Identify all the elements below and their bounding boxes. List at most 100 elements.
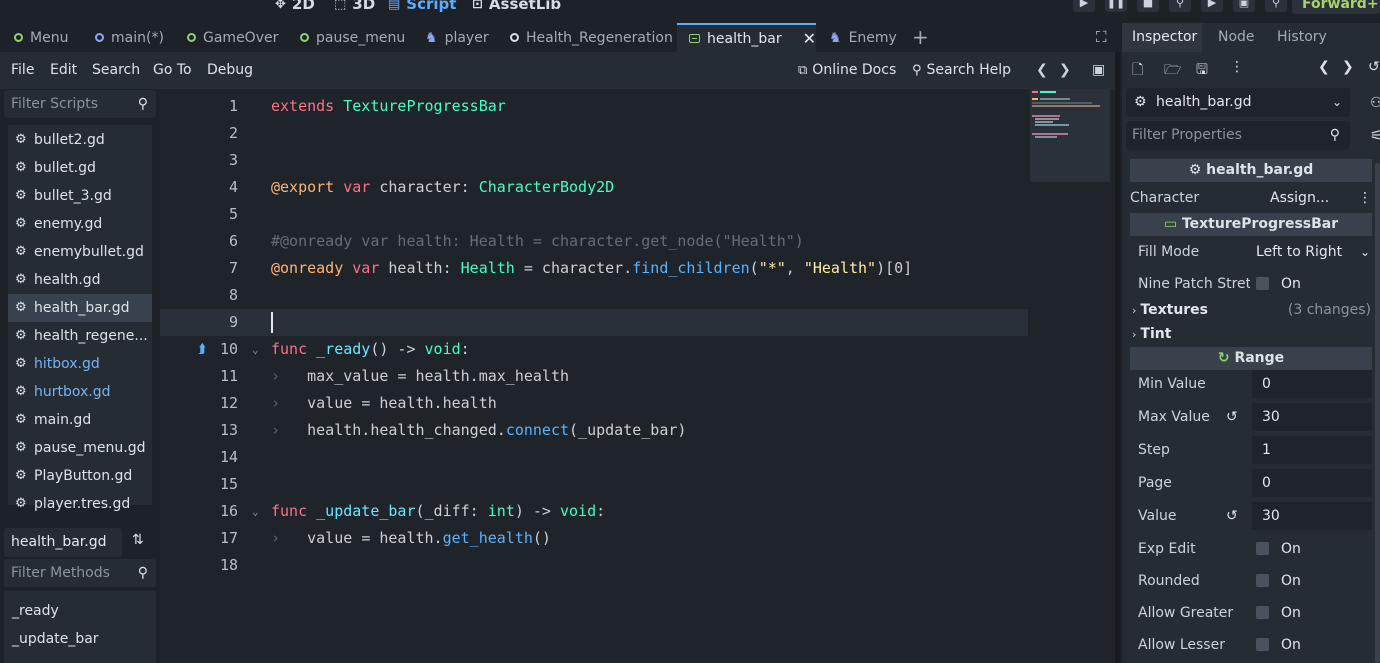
script-item[interactable]: ⚙ enemybullet.gd (8, 238, 152, 266)
allow-lesser-checkbox[interactable]: On (1252, 631, 1372, 659)
script-item[interactable]: ⚙ pause_menu.gd (8, 434, 152, 462)
save-icon[interactable]: 🖫 (1196, 59, 1208, 83)
sort-button[interactable]: ⇅ (132, 532, 148, 552)
nine-patch-checkbox[interactable]: On (1248, 270, 1368, 298)
tab-node[interactable]: Node (1218, 23, 1255, 52)
exp-edit-checkbox[interactable]: On (1252, 535, 1372, 563)
mode-2d-button[interactable]: ✥ 2D (275, 0, 315, 13)
object-tree-icon[interactable]: ⚇ (1370, 95, 1380, 111)
rounded-checkbox[interactable]: On (1252, 567, 1372, 595)
mode-script-button[interactable]: ▤ Script (388, 0, 456, 13)
online-docs-button[interactable]: ⧉ Online Docs (798, 52, 896, 89)
menu-file[interactable]: File (11, 52, 34, 89)
search-help-button[interactable]: ⚲ Search Help (912, 52, 1011, 89)
menu-goto[interactable]: Go To (153, 52, 192, 89)
method-item[interactable]: _ready (12, 597, 59, 625)
assign-button[interactable]: Assign... (1248, 184, 1358, 212)
tab-health-regeneration[interactable]: Health_Regeneration (496, 23, 677, 52)
fill-mode-dropdown[interactable]: Left to Right ⌄ (1248, 238, 1372, 266)
inspector-scrollbar[interactable] (1375, 163, 1380, 663)
plus-icon: + (912, 25, 929, 49)
panel-icon: ▣ (1092, 62, 1106, 78)
script-item[interactable]: ⚙ player.tres.gd (8, 490, 152, 518)
script-section-header[interactable]: ⚙ health_bar.gd (1130, 159, 1372, 182)
more-options-icon[interactable]: ⋮ (1358, 182, 1372, 214)
code-minimap[interactable] (1030, 89, 1110, 182)
mode-assetlib-button[interactable]: ⊡ AssetLib (472, 0, 561, 13)
menu-edit[interactable]: Edit (50, 52, 77, 89)
resource-selector[interactable]: ⚙ health_bar.gd ⌄ (1126, 88, 1350, 117)
mode-3d-button[interactable]: ⬚ 3D (334, 0, 375, 13)
script-item[interactable]: ⚙ PlayButton.gd (8, 462, 152, 490)
revert-icon[interactable]: ↺ (1226, 500, 1238, 532)
movie-maker-button[interactable]: ⚲ (1265, 0, 1287, 12)
fold-arrow-icon[interactable]: ⌄ (252, 336, 259, 363)
filter-methods-input[interactable]: Filter Methods ⚲ (4, 559, 156, 587)
tab-menu[interactable]: Menu (0, 23, 84, 52)
script-item[interactable]: ⚙ hitbox.gd (8, 350, 152, 378)
script-item[interactable]: ⚙ hurtbox.gd (8, 378, 152, 406)
history-forward-button[interactable]: ❯ (1059, 52, 1071, 89)
menu-debug[interactable]: Debug (207, 52, 253, 89)
history-back-button[interactable]: ❮ (1036, 52, 1048, 89)
property-options-icon[interactable]: ⚟ (1370, 128, 1380, 144)
textures-group[interactable]: › Textures (3 changes) (1130, 298, 1372, 322)
code-line: 7 @onready var health: Health = character… (228, 259, 913, 277)
tab-player[interactable]: ♞ player (411, 23, 497, 52)
script-item[interactable]: ⚙ health.gd (8, 266, 152, 294)
gear-icon: ⚙ (15, 384, 27, 399)
method-item[interactable]: _update_bar (12, 625, 99, 653)
script-item[interactable]: ⚙ enemy.gd (8, 210, 152, 238)
history-icon[interactable]: ↺ (1368, 59, 1380, 75)
play-button[interactable]: ▶ (1073, 0, 1095, 12)
min-value-field[interactable]: 0 (1252, 370, 1372, 398)
panel-splitter[interactable] (1115, 52, 1120, 663)
tab-health-bar[interactable]: health_bar ✕ (677, 23, 816, 52)
tab-enemy[interactable]: ♞ Enemy (815, 23, 905, 52)
script-item[interactable]: ⚙ main.gd (8, 406, 152, 434)
filter-scripts-input[interactable]: Filter Scripts ⚲ (4, 90, 156, 118)
tab-main[interactable]: main(*) (81, 23, 177, 52)
revert-icon[interactable]: ↺ (1226, 401, 1238, 433)
max-value-field[interactable]: 30 (1252, 403, 1372, 431)
range-section-header[interactable]: ↻ Range (1130, 347, 1372, 370)
step-field[interactable]: 1 (1252, 436, 1372, 464)
page-field[interactable]: 0 (1252, 469, 1372, 497)
distraction-free-button[interactable]: ⛶ (1096, 28, 1112, 46)
more-options-icon[interactable]: ⋮ (1230, 59, 1244, 75)
tint-group[interactable]: › Tint (1130, 322, 1372, 346)
tab-inspector[interactable]: Inspector (1132, 23, 1197, 52)
stop-button[interactable]: ■ (1137, 0, 1159, 12)
script-item-selected[interactable]: ⚙ health_bar.gd (8, 294, 152, 322)
new-resource-icon[interactable]: 🗋 (1132, 59, 1143, 83)
class-section-header[interactable]: ▭ TextureProgressBar (1130, 213, 1372, 236)
renderer-selector[interactable]: Forward+ (1292, 0, 1380, 14)
fold-arrow-icon[interactable]: ⌄ (252, 498, 259, 525)
add-tab-button[interactable]: + (912, 23, 932, 52)
script-item[interactable]: ⚙ bullet_3.gd (8, 182, 152, 210)
checkbox-icon (1256, 638, 1269, 651)
chevron-right-icon[interactable]: ❯ (1342, 59, 1354, 75)
tab-gameover[interactable]: GameOver (173, 23, 287, 52)
chevron-left-icon[interactable]: ❮ (1318, 59, 1330, 75)
value-field[interactable]: 30 (1252, 502, 1372, 530)
play-custom-button[interactable]: ▣ (1233, 0, 1255, 12)
property-min-value: Min Value 0 (1130, 368, 1372, 400)
gear-icon: ⚙ (1134, 94, 1147, 110)
script-item[interactable]: ⚙ bullet.gd (8, 154, 152, 182)
open-folder-icon[interactable]: 🗁 (1164, 59, 1181, 83)
allow-greater-checkbox[interactable]: On (1252, 599, 1372, 627)
pause-button[interactable]: ❚❚ (1105, 0, 1127, 12)
close-tab-icon[interactable]: ✕ (803, 29, 816, 48)
script-item[interactable]: ⚙ bullet2.gd (8, 126, 152, 154)
tab-history[interactable]: History (1277, 23, 1327, 52)
tab-pause-menu[interactable]: pause_menu (286, 23, 412, 52)
menu-search[interactable]: Search (92, 52, 140, 89)
play-scene-button[interactable]: ▶ (1201, 0, 1223, 12)
script-item[interactable]: ⚙ health_regene... (8, 322, 152, 350)
filter-properties-input[interactable]: Filter Properties ⚲ (1126, 121, 1350, 150)
code-line-current: 9 (160, 309, 1028, 336)
remote-debug-button[interactable]: ⚲ (1169, 0, 1191, 12)
code-editor[interactable]: 1 extends TextureProgressBar 2 3 4 @export… (160, 89, 1115, 663)
toggle-panel-button[interactable]: ▣ (1092, 52, 1105, 89)
